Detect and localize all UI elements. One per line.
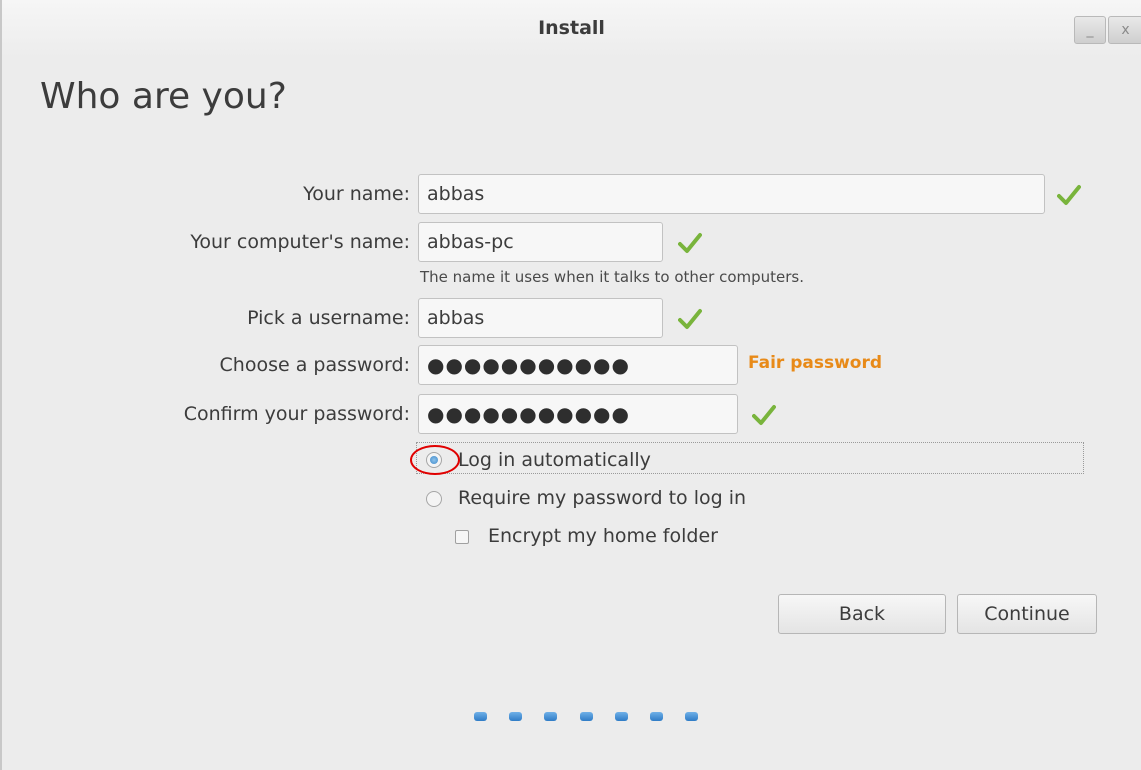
confirm-password-mask: ●●●●●●●●●●● [427, 402, 630, 426]
password-mask: ●●●●●●●●●●● [427, 353, 630, 377]
progress-step-dot [650, 712, 663, 721]
window-title: Install [538, 17, 605, 39]
encrypt-home-label[interactable]: Encrypt my home folder [488, 525, 718, 547]
your-name-label: Your name: [303, 183, 410, 205]
close-button[interactable]: x [1108, 16, 1141, 44]
password-label: Choose a password: [219, 354, 410, 376]
computer-name-hint: The name it uses when it talks to other … [420, 268, 805, 286]
password-strength-label: Fair password [748, 353, 883, 373]
your-name-input[interactable] [418, 174, 1045, 214]
continue-button[interactable]: Continue [957, 594, 1097, 634]
require-password-radio[interactable] [426, 491, 442, 507]
computer-name-input[interactable] [418, 222, 663, 262]
password-input[interactable]: ●●●●●●●●●●● [418, 345, 738, 385]
progress-step-dot [685, 712, 698, 721]
window-left-border [0, 0, 2, 770]
computer-name-valid-check-icon [678, 233, 702, 253]
progress-step-dot [544, 712, 557, 721]
confirm-password-label: Confirm your password: [183, 403, 410, 425]
confirm-password-valid-check-icon [752, 405, 776, 425]
title-bar: Install _ x [2, 0, 1141, 58]
red-highlight-annotation [410, 445, 460, 475]
progress-step-dot [474, 712, 487, 721]
back-button[interactable]: Back [778, 594, 946, 634]
minimize-button[interactable]: _ [1074, 16, 1106, 44]
require-password-label[interactable]: Require my password to log in [458, 487, 746, 509]
page-title: Who are you? [40, 76, 287, 117]
progress-step-dot [580, 712, 593, 721]
confirm-password-input[interactable]: ●●●●●●●●●●● [418, 394, 738, 434]
name-valid-check-icon [1057, 185, 1081, 205]
username-valid-check-icon [678, 309, 702, 329]
progress-step-dot [509, 712, 522, 721]
username-input[interactable] [418, 298, 663, 338]
log-in-automatically-label[interactable]: Log in automatically [458, 449, 651, 471]
encrypt-home-checkbox[interactable] [455, 530, 469, 544]
progress-step-dot [615, 712, 628, 721]
computer-name-label: Your computer's name: [190, 231, 410, 253]
username-label: Pick a username: [247, 307, 410, 329]
